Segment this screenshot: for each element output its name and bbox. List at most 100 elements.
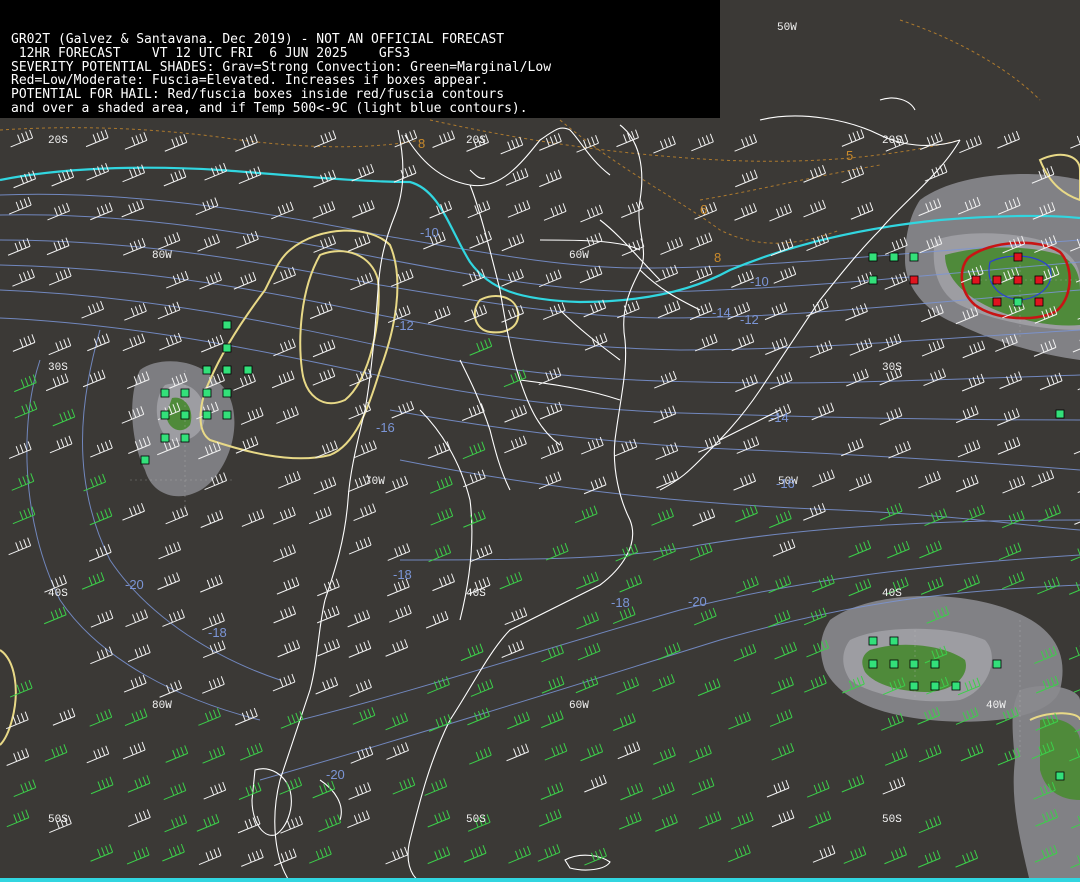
lat-label-20s-left: 20S bbox=[48, 135, 68, 147]
wind-barb bbox=[90, 610, 114, 628]
lon-label-70w: 70W bbox=[365, 476, 385, 488]
wind-barb bbox=[81, 572, 105, 590]
wind-barb bbox=[44, 744, 68, 762]
wind-barb bbox=[385, 475, 409, 494]
wind-barb bbox=[885, 748, 908, 766]
wind-barb bbox=[653, 405, 677, 424]
wind-barb bbox=[620, 782, 644, 801]
wind-barb bbox=[10, 129, 34, 148]
height-label: 8 bbox=[714, 250, 722, 265]
wind-barb bbox=[424, 778, 448, 796]
wind-barb bbox=[803, 503, 826, 521]
temp-label: -18 bbox=[611, 595, 630, 610]
wind-barb bbox=[162, 843, 185, 862]
wind-barb bbox=[273, 506, 296, 525]
wind-barb bbox=[917, 850, 941, 868]
convection-box bbox=[202, 410, 212, 420]
wind-barb bbox=[736, 576, 759, 594]
wind-barb bbox=[48, 337, 72, 356]
temp-label: -20 bbox=[326, 767, 345, 782]
wind-barb bbox=[574, 505, 598, 524]
wind-barb bbox=[14, 400, 38, 419]
wind-barb bbox=[312, 368, 336, 386]
wind-barb bbox=[8, 537, 32, 556]
convection-box bbox=[180, 433, 190, 443]
wind-barb bbox=[850, 202, 874, 220]
wind-barb bbox=[698, 435, 721, 453]
lon-label-50w-top: 50W bbox=[777, 22, 797, 34]
wind-barb bbox=[389, 605, 412, 623]
wind-barb bbox=[157, 232, 181, 250]
wind-barb bbox=[318, 814, 342, 833]
temp-label: -12 bbox=[740, 312, 759, 327]
wind-barb bbox=[276, 576, 300, 595]
wind-barb bbox=[1073, 450, 1080, 455]
wind-barb bbox=[806, 299, 829, 317]
wind-barb bbox=[52, 708, 76, 726]
wind-barb bbox=[315, 676, 339, 695]
wind-barb bbox=[469, 338, 493, 356]
wind-barb bbox=[694, 333, 718, 352]
convection-box bbox=[868, 252, 878, 262]
wind-barb bbox=[806, 780, 830, 798]
wind-barb bbox=[734, 203, 757, 221]
wind-barb bbox=[576, 611, 600, 630]
wind-barb bbox=[386, 742, 409, 760]
temp-label: -10 bbox=[750, 274, 769, 289]
wind-barb bbox=[347, 810, 370, 829]
convection-box bbox=[222, 410, 232, 420]
convection-box bbox=[909, 681, 919, 691]
wind-barb bbox=[887, 540, 910, 559]
wind-barb bbox=[390, 269, 414, 287]
wind-barb bbox=[8, 196, 32, 215]
lon-label-80w-a: 80W bbox=[152, 250, 172, 262]
wind-barb bbox=[879, 407, 903, 426]
wind-barb bbox=[126, 846, 150, 865]
wind-barb bbox=[387, 543, 411, 561]
wind-barb bbox=[613, 713, 636, 731]
header-line-3: SEVERITY POTENTIAL SHADES: Grav=Strong C… bbox=[11, 59, 552, 75]
wind-barb bbox=[316, 605, 340, 624]
wind-barb bbox=[918, 470, 941, 489]
wind-barb bbox=[394, 129, 418, 148]
header-line-4: Red=Low/Moderate: Fuscia=Elevated. Incre… bbox=[11, 73, 489, 89]
wind-barb bbox=[277, 639, 301, 658]
wind-barb bbox=[691, 777, 715, 796]
lat-label-20s-mid: 20S bbox=[466, 135, 486, 147]
wind-barb bbox=[809, 340, 833, 359]
wind-barb bbox=[772, 539, 796, 557]
wind-barb bbox=[124, 708, 148, 727]
convection-box bbox=[140, 455, 150, 465]
wind-barb bbox=[506, 743, 530, 762]
wind-barb bbox=[89, 709, 113, 727]
wind-barb bbox=[657, 300, 681, 319]
wind-barb bbox=[198, 847, 222, 866]
wind-barb bbox=[347, 609, 371, 628]
wind-barb bbox=[808, 810, 832, 829]
wind-barb bbox=[233, 271, 257, 290]
wind-barb bbox=[235, 134, 258, 152]
wind-barb bbox=[537, 844, 561, 862]
wind-barb bbox=[273, 266, 296, 285]
wind-barb bbox=[462, 441, 486, 460]
wind-barb bbox=[773, 266, 797, 284]
wind-barb bbox=[1073, 689, 1080, 693]
wind-barb bbox=[501, 233, 525, 252]
wind-barb bbox=[504, 435, 527, 454]
wind-barb bbox=[308, 506, 332, 525]
wind-barb bbox=[350, 746, 374, 764]
wind-barb bbox=[538, 269, 562, 288]
wind-barb bbox=[849, 338, 873, 356]
wind-barb bbox=[198, 708, 221, 726]
temp-label: -20 bbox=[688, 594, 707, 609]
wind-barb bbox=[499, 571, 523, 590]
wind-barb bbox=[463, 510, 486, 528]
convection-box bbox=[202, 388, 212, 398]
wind-barb bbox=[12, 334, 36, 352]
wind-barb bbox=[504, 404, 528, 423]
lon-label-60w-b: 60W bbox=[569, 700, 589, 712]
wind-barb bbox=[273, 605, 297, 624]
wind-barb bbox=[162, 609, 185, 627]
wind-barb bbox=[158, 541, 182, 560]
wind-barb bbox=[1002, 510, 1025, 529]
